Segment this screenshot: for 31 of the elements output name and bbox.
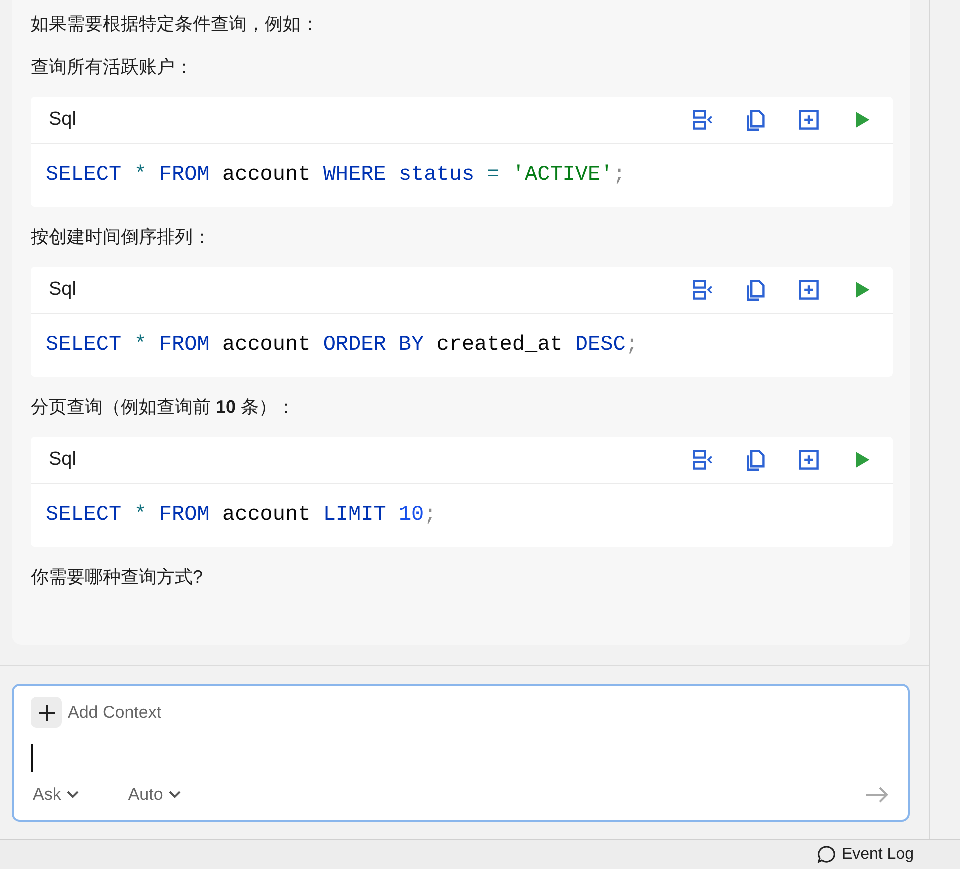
language-label: Sql (49, 278, 76, 302)
chevron-down-icon (67, 790, 80, 799)
copy-icon[interactable] (745, 279, 767, 301)
message-text: 你需要哪种查询方式? (31, 566, 204, 589)
language-label: Sql (49, 108, 76, 132)
code-line: SELECT * FROM account ORDER BY created_at DESC; (46, 332, 638, 359)
message-text: 如果需要根据特定条件查询，例如： (31, 13, 320, 36)
speech-bubble-icon (816, 845, 837, 864)
collapse-lines-icon[interactable] (692, 449, 714, 471)
mode-dropdown[interactable]: Ask (33, 782, 80, 808)
insert-plus-icon[interactable] (798, 109, 820, 131)
insert-plus-icon[interactable] (798, 449, 820, 471)
message-text: 按创建时间倒序排列： (31, 226, 212, 249)
add-context-label[interactable]: Add Context (68, 700, 162, 726)
model-dropdown[interactable]: Auto (128, 782, 182, 808)
code-line: SELECT * FROM account LIMIT 10; (46, 502, 437, 529)
message-text: 查询所有活跃账户： (31, 56, 194, 79)
event-log-button[interactable]: Event Log (816, 842, 914, 866)
code-line: SELECT * FROM account WHERE status = 'ACTIVE'; (46, 162, 626, 189)
add-context-button[interactable] (31, 697, 62, 728)
copy-icon[interactable] (745, 109, 767, 131)
collapse-lines-icon[interactable] (692, 109, 714, 131)
language-label: Sql (49, 448, 76, 472)
text-cursor (31, 744, 33, 772)
insert-plus-icon[interactable] (798, 279, 820, 301)
chevron-down-icon (169, 790, 182, 799)
plus-icon (38, 704, 56, 722)
message-text: 分页查询（例如查询前 10 条）： (31, 396, 296, 419)
chat-input-box[interactable]: Add Context Ask Auto (12, 684, 910, 822)
copy-icon[interactable] (745, 449, 767, 471)
collapse-lines-icon[interactable] (692, 279, 714, 301)
